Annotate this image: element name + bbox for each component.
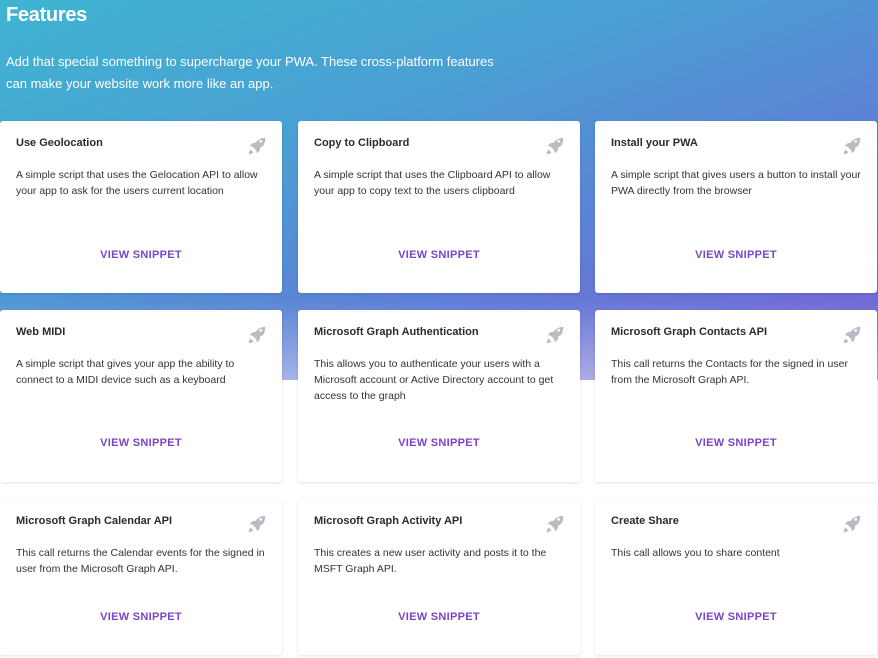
card-description: This allows you to authenticate your use… — [314, 358, 554, 402]
card-description: This call allows you to share content — [611, 547, 780, 559]
page-title: Features — [6, 4, 87, 26]
view-snippet-link[interactable]: VIEW SNIPPET — [298, 611, 580, 623]
rocket-icon — [843, 137, 861, 155]
card-title: Microsoft Graph Contacts API — [611, 326, 768, 338]
feature-card-graph-activity: Microsoft Graph Activity API This create… — [298, 499, 580, 655]
view-snippet-link[interactable]: VIEW SNIPPET — [0, 611, 282, 623]
rocket-icon — [546, 515, 564, 533]
card-title: Web MIDI — [16, 326, 66, 338]
view-snippet-link[interactable]: VIEW SNIPPET — [0, 249, 282, 261]
rocket-icon — [546, 137, 564, 155]
view-snippet-link[interactable]: VIEW SNIPPET — [595, 611, 877, 623]
feature-card-clipboard: Copy to Clipboard A simple script that u… — [298, 121, 580, 293]
feature-card-web-midi: Web MIDI A simple script that gives your… — [0, 310, 282, 482]
feature-card-install-pwa: Install your PWA A simple script that gi… — [595, 121, 877, 293]
card-title: Microsoft Graph Authentication — [314, 326, 479, 338]
rocket-icon — [546, 326, 564, 344]
view-snippet-link[interactable]: VIEW SNIPPET — [0, 437, 282, 449]
card-description: This call returns the Contacts for the s… — [611, 358, 848, 386]
rocket-icon — [248, 326, 266, 344]
card-description: A simple script that uses the Gelocation… — [16, 169, 258, 197]
feature-card-graph-contacts: Microsoft Graph Contacts API This call r… — [595, 310, 877, 482]
card-title: Microsoft Graph Activity API — [314, 515, 463, 527]
view-snippet-link[interactable]: VIEW SNIPPET — [298, 437, 580, 449]
card-title: Microsoft Graph Calendar API — [16, 515, 173, 527]
card-description: This creates a new user activity and pos… — [314, 547, 547, 575]
card-title: Install your PWA — [611, 137, 698, 149]
card-description: This call returns the Calendar events fo… — [16, 547, 265, 575]
card-title: Create Share — [611, 515, 679, 527]
rocket-icon — [843, 326, 861, 344]
feature-card-create-share: Create Share This call allows you to sha… — [595, 499, 877, 655]
card-description: A simple script that gives your app the … — [16, 358, 235, 386]
feature-card-graph-calendar: Microsoft Graph Calendar API This call r… — [0, 499, 282, 655]
view-snippet-link[interactable]: VIEW SNIPPET — [595, 249, 877, 261]
card-title: Copy to Clipboard — [314, 137, 410, 149]
feature-card-graph-auth: Microsoft Graph Authentication This allo… — [298, 310, 580, 482]
view-snippet-link[interactable]: VIEW SNIPPET — [595, 437, 877, 449]
card-description: A simple script that uses the Clipboard … — [314, 169, 551, 197]
card-title: Use Geolocation — [16, 137, 103, 149]
page-description: Add that special something to supercharg… — [6, 54, 494, 91]
rocket-icon — [248, 515, 266, 533]
rocket-icon — [248, 137, 266, 155]
feature-card-geolocation: Use Geolocation A simple script that use… — [0, 121, 282, 293]
card-description: A simple script that gives users a butto… — [611, 169, 861, 197]
rocket-icon — [843, 515, 861, 533]
view-snippet-link[interactable]: VIEW SNIPPET — [298, 249, 580, 261]
